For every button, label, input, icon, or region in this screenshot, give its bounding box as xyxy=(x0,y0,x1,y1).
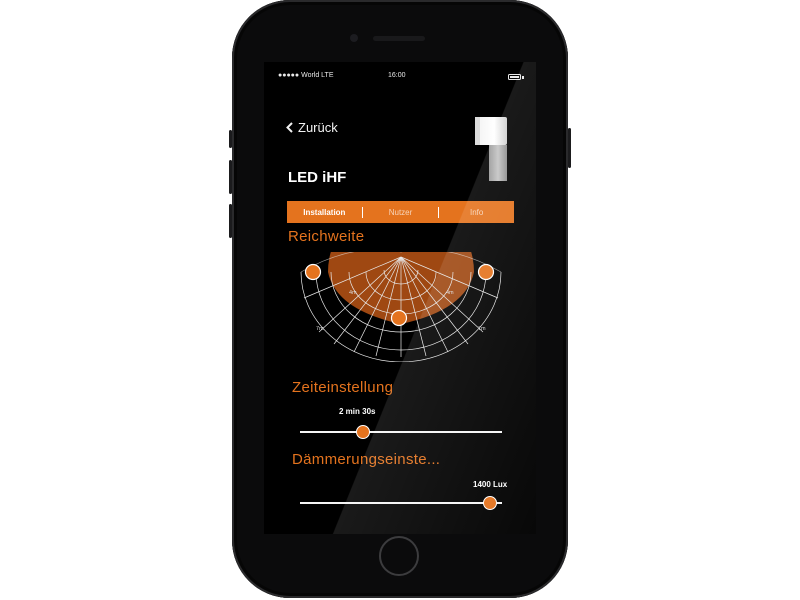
lux-slider-thumb[interactable] xyxy=(482,496,497,510)
ring-label-right-outer: 7m xyxy=(478,326,486,332)
front-camera xyxy=(350,34,358,42)
chevron-left-icon xyxy=(286,122,293,133)
clock: 16:00 xyxy=(388,72,406,79)
volume-up-button xyxy=(229,160,232,194)
home-button[interactable] xyxy=(379,536,419,576)
back-label: Zurück xyxy=(298,120,338,135)
tab-info[interactable]: Info xyxy=(439,208,514,217)
tab-bar: Installation Nutzer Info xyxy=(287,201,514,223)
battery-tip xyxy=(522,76,524,79)
time-slider-thumb[interactable] xyxy=(355,425,370,439)
ring-label-right-inner: 4m xyxy=(446,290,454,296)
lux-slider-track[interactable] xyxy=(300,502,502,504)
tab-nutzer[interactable]: Nutzer xyxy=(363,208,438,217)
volume-down-button xyxy=(229,204,232,238)
carrier-label: ●●●●● World LTE xyxy=(278,72,334,79)
reichweite-heading: Reichweite xyxy=(288,228,365,245)
range-handle-bottom[interactable] xyxy=(390,309,408,327)
ring-label-left-inner: 4m xyxy=(349,290,357,296)
mute-switch xyxy=(229,130,232,148)
range-handle-left[interactable] xyxy=(304,263,322,281)
earpiece-speaker xyxy=(373,36,425,41)
app-screen: ●●●●● World LTE 16:00 Zurück LED iHF Ins… xyxy=(264,62,536,534)
time-value-label: 2 min 30s xyxy=(339,407,376,416)
range-handle-right[interactable] xyxy=(477,263,495,281)
battery-icon xyxy=(508,74,521,80)
ring-label-left-outer: 7m xyxy=(316,326,324,332)
sensor-light-product-image xyxy=(475,117,507,181)
tab-installation[interactable]: Installation xyxy=(287,208,362,217)
power-button xyxy=(568,128,571,168)
lux-value-label: 1400 Lux xyxy=(473,480,508,489)
daemmerung-heading: Dämmerungseinste... xyxy=(292,451,441,468)
time-slider-track[interactable] xyxy=(300,431,502,433)
device-title: LED iHF xyxy=(288,169,347,186)
zeiteinstellung-heading: Zeiteinstellung xyxy=(292,379,394,396)
detection-range-diagram: 4m 4m 7m 7m xyxy=(300,252,502,362)
back-button[interactable]: Zurück xyxy=(286,120,338,135)
